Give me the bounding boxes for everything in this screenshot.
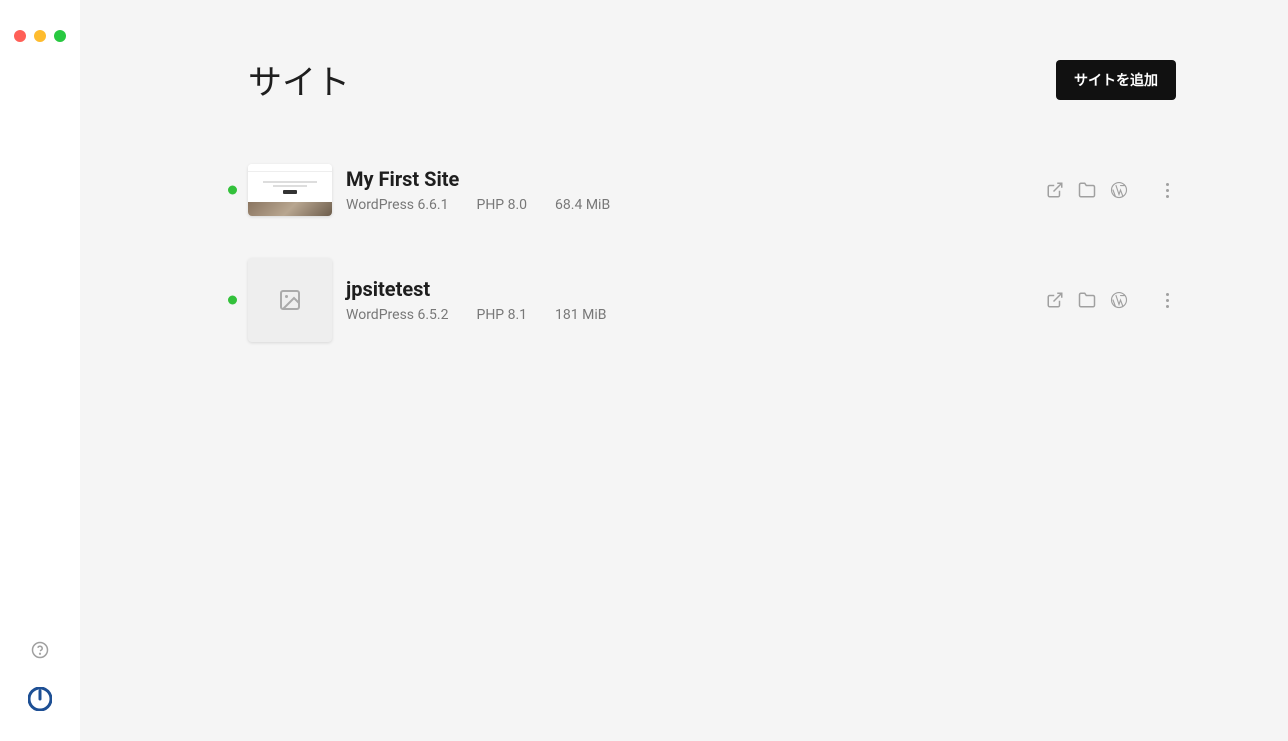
wordpress-admin-icon[interactable] (1110, 291, 1128, 309)
sidebar (0, 0, 80, 741)
wordpress-admin-icon[interactable] (1110, 181, 1128, 199)
more-options-icon[interactable] (1158, 181, 1176, 199)
site-list: My First Site WordPress 6.6.1 PHP 8.0 68… (248, 164, 1176, 342)
site-meta: WordPress 6.6.1 PHP 8.0 68.4 MiB (346, 197, 1032, 213)
more-options-icon[interactable] (1158, 291, 1176, 309)
add-site-button[interactable]: サイトを追加 (1056, 60, 1176, 100)
open-site-icon[interactable] (1046, 291, 1064, 309)
folder-icon[interactable] (1078, 291, 1096, 309)
folder-icon[interactable] (1078, 181, 1096, 199)
php-version: PHP 8.1 (476, 307, 527, 323)
site-name: jpsitetest (346, 277, 1032, 301)
account-icon[interactable] (28, 687, 52, 711)
wordpress-version: WordPress 6.5.2 (346, 307, 448, 323)
window-controls (14, 30, 66, 42)
page-title: サイト (248, 55, 350, 104)
site-info: My First Site WordPress 6.6.1 PHP 8.0 68… (346, 167, 1032, 213)
site-size: 181 MiB (555, 307, 606, 323)
site-size: 68.4 MiB (555, 197, 610, 213)
status-indicator-running (228, 296, 237, 305)
open-site-icon[interactable] (1046, 181, 1064, 199)
window-close-button[interactable] (14, 30, 26, 42)
help-icon[interactable] (31, 641, 49, 659)
site-meta: WordPress 6.5.2 PHP 8.1 181 MiB (346, 307, 1032, 323)
php-version: PHP 8.0 (476, 197, 527, 213)
site-info: jpsitetest WordPress 6.5.2 PHP 8.1 181 M… (346, 277, 1032, 323)
site-actions (1046, 181, 1176, 199)
sidebar-bottom (28, 641, 52, 711)
site-row[interactable]: My First Site WordPress 6.6.1 PHP 8.0 68… (248, 164, 1176, 216)
wordpress-version: WordPress 6.6.1 (346, 197, 448, 213)
site-thumbnail (248, 164, 332, 216)
page-header: サイト サイトを追加 (248, 55, 1176, 104)
site-actions (1046, 291, 1176, 309)
status-indicator-running (228, 186, 237, 195)
site-name: My First Site (346, 167, 1032, 191)
window-maximize-button[interactable] (54, 30, 66, 42)
main-content: サイト サイトを追加 My First Site WordPress 6.6.1… (80, 0, 1288, 741)
site-thumbnail-placeholder (248, 258, 332, 342)
image-placeholder-icon (278, 288, 302, 312)
site-row[interactable]: jpsitetest WordPress 6.5.2 PHP 8.1 181 M… (248, 258, 1176, 342)
window-minimize-button[interactable] (34, 30, 46, 42)
